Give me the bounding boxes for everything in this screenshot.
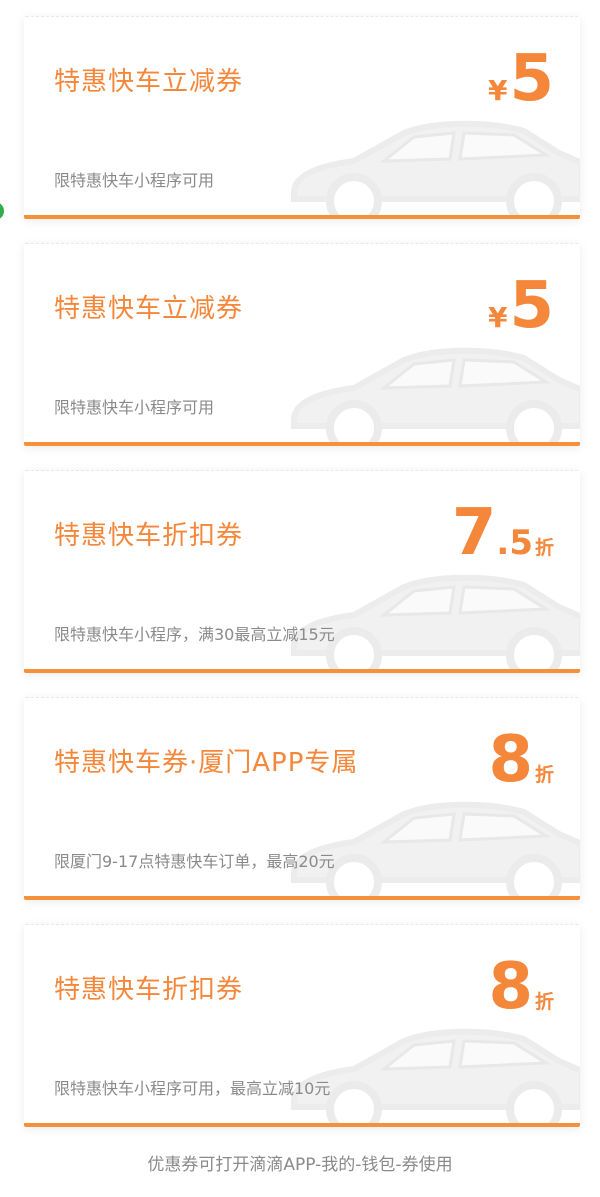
- car-icon: [291, 1028, 580, 1127]
- coupon-title: 特惠快车折扣券: [54, 521, 244, 551]
- coupon-description: 限特惠快车小程序可用: [54, 171, 215, 190]
- coupon-title: 特惠快车立减券: [54, 67, 244, 97]
- car-icon: [291, 120, 580, 219]
- coupon-amount: 8 折: [488, 724, 554, 796]
- coupon-card[interactable]: 特惠快车立减券 ¥ 5 限特惠快车小程序可用: [24, 16, 580, 219]
- coupon-description: 限厦门9-17点特惠快车订单，最高20元: [54, 852, 335, 871]
- coupon-title: 特惠快车立减券: [54, 294, 244, 324]
- coupon-amount: ¥ 5: [488, 270, 554, 342]
- coupon-description: 限特惠快车小程序可用，最高立减10元: [54, 1079, 331, 1098]
- coupon-description: 限特惠快车小程序可用: [54, 398, 215, 417]
- coupon-title: 特惠快车折扣券: [54, 975, 244, 1005]
- coupon-value: 5: [509, 269, 554, 343]
- coupon-card[interactable]: 特惠快车券·厦门APP专属 8 折 限厦门9-17点特惠快车订单，最高20元: [24, 697, 580, 900]
- currency-symbol: ¥: [487, 74, 508, 107]
- coupon-card[interactable]: 特惠快车立减券 ¥ 5 限特惠快车小程序可用: [24, 243, 580, 446]
- usage-hint: 优惠券可打开滴滴APP-我的-钱包-券使用: [147, 1155, 453, 1175]
- discount-unit: 折: [534, 537, 554, 559]
- coupon-value-decimal: .5: [496, 523, 533, 563]
- edge-indicator: [0, 202, 4, 220]
- coupon-amount: 7 .5 折: [452, 497, 554, 569]
- coupon-card[interactable]: 特惠快车折扣券 7 .5 折 限特惠快车小程序，满30最高立减15元: [24, 470, 580, 673]
- coupon-value: 8: [488, 723, 533, 797]
- car-icon: [291, 801, 580, 900]
- coupon-title: 特惠快车券·厦门APP专属: [54, 748, 359, 778]
- coupon-value: 8: [488, 950, 533, 1024]
- car-icon: [291, 574, 580, 673]
- discount-unit: 折: [534, 764, 554, 786]
- discount-unit: 折: [534, 991, 554, 1013]
- coupon-card[interactable]: 特惠快车折扣券 8 折 限特惠快车小程序可用，最高立减10元: [24, 924, 580, 1127]
- coupon-value: 7: [451, 496, 497, 570]
- coupon-amount: ¥ 5: [488, 43, 554, 115]
- car-icon: [291, 347, 580, 446]
- currency-symbol: ¥: [487, 301, 508, 334]
- coupon-list: 特惠快车立减券 ¥ 5 限特惠快车小程序可用 特惠快车立减券 ¥ 5 限特惠快车…: [24, 16, 580, 1151]
- coupon-amount: 8 折: [488, 951, 554, 1023]
- coupon-description: 限特惠快车小程序，满30最高立减15元: [54, 625, 335, 644]
- coupon-value: 5: [509, 42, 554, 116]
